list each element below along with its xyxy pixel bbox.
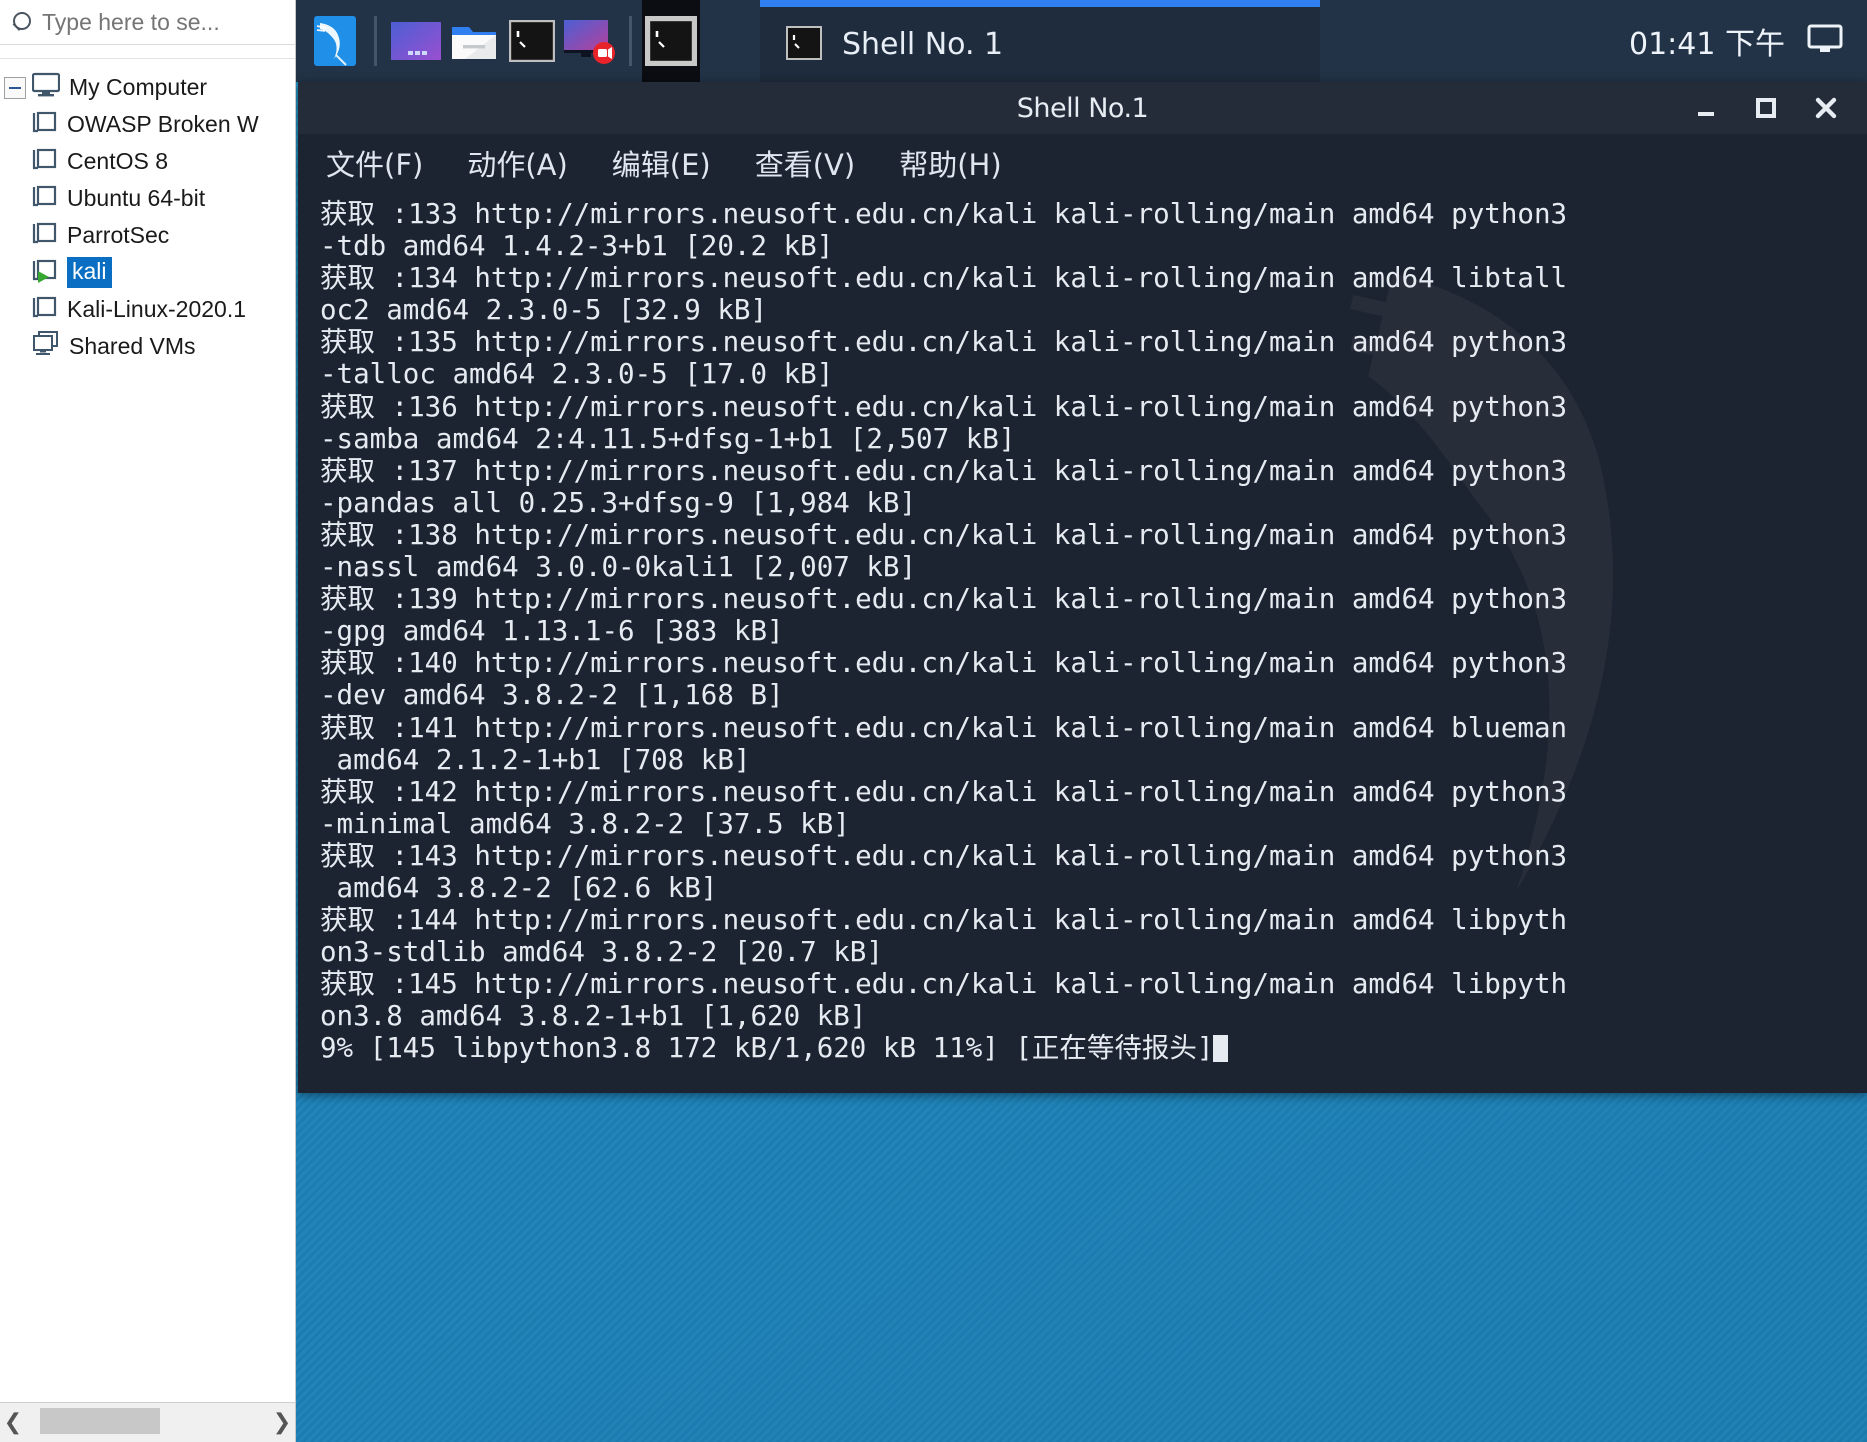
panel-launchers xyxy=(296,0,700,82)
sidebar-divider xyxy=(0,45,295,59)
terminal-icon xyxy=(786,26,822,64)
vm-icon xyxy=(32,183,58,215)
vm-icon xyxy=(32,220,58,252)
tree-row-vm-5[interactable]: Kali-Linux-2020.1 xyxy=(0,291,295,328)
terminal-progress-line: 9% [145 libpython3.8 172 kB/1,620 kB 11%… xyxy=(320,1032,1867,1064)
terminal-progress-text: 9% [145 libpython3.8 172 kB/1,620 kB 11%… xyxy=(320,1032,1213,1064)
menu-view[interactable]: 查看(V) xyxy=(755,142,855,184)
terminal-active-icon[interactable] xyxy=(642,0,700,82)
panel-separator xyxy=(374,16,377,66)
terminal-window: Shell No.1 文件(F) 动 xyxy=(298,82,1867,1093)
menu-actions[interactable]: 动作(A) xyxy=(467,142,567,184)
file-manager-icon[interactable] xyxy=(445,0,503,82)
vm-display-area: Shell No. 1 01:41 下午 Shell No.1 xyxy=(296,0,1867,1442)
menu-edit[interactable]: 编辑(E) xyxy=(612,142,711,184)
panel-task-list: Shell No. 1 xyxy=(700,0,1629,82)
tree-row-my-computer[interactable]: My Computer xyxy=(0,69,295,106)
tree-label-shared-vms: Shared VMs xyxy=(69,335,196,358)
tree-label-my-computer: My Computer xyxy=(69,76,207,99)
tree-label-vm-0: OWASP Broken W xyxy=(67,113,259,136)
terminal-menubar: 文件(F) 动作(A) 编辑(E) 查看(V) 帮助(H) xyxy=(298,134,1867,192)
screen-recorder-icon[interactable] xyxy=(561,0,619,82)
chevron-right-icon[interactable]: ❯ xyxy=(269,1404,295,1442)
menu-help[interactable]: 帮助(H) xyxy=(899,142,1001,184)
tree-row-vm-2[interactable]: Ubuntu 64-bit xyxy=(0,180,295,217)
collapse-minus-icon[interactable] xyxy=(4,77,26,99)
scrollbar-thumb[interactable] xyxy=(40,1408,160,1434)
vm-running-icon xyxy=(32,257,58,289)
minimize-button[interactable] xyxy=(1693,95,1719,121)
tree-label-vm-4: kali xyxy=(67,257,112,288)
vm-icon xyxy=(32,109,58,141)
window-controls xyxy=(1693,95,1867,121)
tree-label-vm-3: ParrotSec xyxy=(67,224,169,247)
terminal-cursor xyxy=(1213,1035,1228,1062)
display-icon[interactable] xyxy=(1807,24,1843,58)
shared-vms-icon xyxy=(32,331,60,363)
taskbar-button-shell-no-1[interactable]: Shell No. 1 xyxy=(760,0,1320,82)
scrollbar-track[interactable] xyxy=(26,1404,269,1442)
tree-label-vm-1: CentOS 8 xyxy=(67,150,168,173)
menu-file[interactable]: 文件(F) xyxy=(326,142,423,184)
vm-library-tree: My Computer OWASP Broken W xyxy=(0,59,295,365)
tree-label-vm-2: Ubuntu 64-bit xyxy=(67,187,205,210)
search-icon xyxy=(6,7,36,37)
tree-row-vm-3[interactable]: ParrotSec xyxy=(0,217,295,254)
kali-menu-icon[interactable] xyxy=(306,0,364,82)
terminal-output-text: 获取 :133 http://mirrors.neusoft.edu.cn/ka… xyxy=(320,198,1867,1032)
tree-label-vm-5: Kali-Linux-2020.1 xyxy=(67,298,246,321)
screen-root: My Computer OWASP Broken W xyxy=(0,0,1867,1442)
terminal-titlebar[interactable]: Shell No.1 xyxy=(298,82,1867,134)
vm-icon xyxy=(32,146,58,178)
library-search-bar xyxy=(0,0,295,45)
tree-row-vm-0[interactable]: OWASP Broken W xyxy=(0,106,295,143)
panel-tray: 01:41 下午 xyxy=(1629,0,1867,82)
taskbar-button-label: Shell No. 1 xyxy=(842,27,1003,62)
computer-icon xyxy=(32,72,60,104)
maximize-button[interactable] xyxy=(1753,95,1779,121)
vmware-library-sidebar: My Computer OWASP Broken W xyxy=(0,0,296,1442)
vm-icon xyxy=(32,294,58,326)
terminal-output-area[interactable]: 获取 :133 http://mirrors.neusoft.edu.cn/ka… xyxy=(298,192,1867,1093)
tree-row-vm-4[interactable]: kali xyxy=(0,254,295,291)
panel-clock[interactable]: 01:41 下午 xyxy=(1629,19,1785,63)
terminal-window-title: Shell No.1 xyxy=(298,93,1867,124)
tree-row-shared-vms[interactable]: Shared VMs xyxy=(0,328,295,365)
search-input[interactable] xyxy=(36,9,338,36)
terminal-icon[interactable] xyxy=(503,0,561,82)
close-button[interactable] xyxy=(1813,95,1839,121)
panel-separator xyxy=(629,16,632,66)
sidebar-horizontal-scrollbar[interactable]: ❮ ❯ xyxy=(0,1402,295,1442)
tree-row-vm-1[interactable]: CentOS 8 xyxy=(0,143,295,180)
xfce-panel: Shell No. 1 01:41 下午 xyxy=(296,0,1867,82)
workspace-switcher-icon[interactable] xyxy=(387,0,445,82)
chevron-left-icon[interactable]: ❮ xyxy=(0,1404,26,1442)
